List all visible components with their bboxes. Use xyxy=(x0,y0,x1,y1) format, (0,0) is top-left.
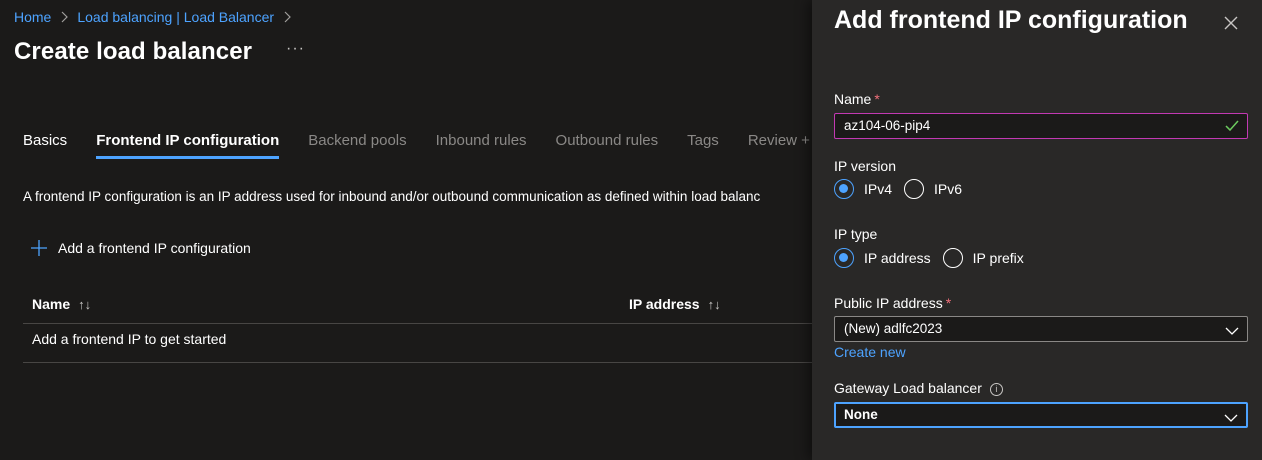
radio-circle-selected xyxy=(834,248,854,268)
panel-title: Add frontend IP configuration xyxy=(834,6,1188,34)
ip-version-radio-group: IPv4 IPv6 xyxy=(834,179,974,199)
radio-ipv4[interactable]: IPv4 xyxy=(834,179,892,199)
breadcrumb-load-balancing[interactable]: Load balancing | Load Balancer xyxy=(77,9,274,25)
public-ip-label-text: Public IP address xyxy=(834,295,943,311)
section-description: A frontend IP configuration is an IP add… xyxy=(23,189,761,204)
radio-ipv4-label: IPv4 xyxy=(864,181,893,197)
sort-icon[interactable]: ↑↓ xyxy=(708,297,721,312)
radio-ip-prefix[interactable]: IP prefix xyxy=(942,248,1024,268)
add-frontend-ip-button[interactable]: Add a frontend IP configuration xyxy=(31,240,251,256)
gateway-value: None xyxy=(844,407,878,422)
tab-basics[interactable]: Basics xyxy=(23,132,67,158)
public-ip-value: (New) adlfc2023 xyxy=(844,321,943,336)
tab-inbound-rules[interactable]: Inbound rules xyxy=(436,132,527,158)
add-frontend-ip-label: Add a frontend IP configuration xyxy=(58,240,251,256)
radio-ip-address-label: IP address xyxy=(864,250,931,266)
chevron-right-icon xyxy=(283,11,291,23)
empty-state-text: Add a frontend IP to get started xyxy=(32,331,227,347)
column-name-label: Name xyxy=(32,296,71,312)
sort-icon[interactable]: ↑↓ xyxy=(78,297,91,312)
chevron-down-icon xyxy=(1224,410,1238,428)
table-header: Name ↑↓ IP address ↑↓ xyxy=(23,286,812,324)
name-label-text: Name xyxy=(834,91,872,107)
name-input-value: az104-06-pip4 xyxy=(844,118,931,133)
column-header-name[interactable]: Name ↑↓ xyxy=(32,296,91,312)
gateway-select[interactable]: None xyxy=(834,402,1248,428)
breadcrumb-home[interactable]: Home xyxy=(14,9,51,25)
main-content: Home Load balancing | Load Balancer Crea… xyxy=(0,0,812,460)
info-icon[interactable]: i xyxy=(989,383,1003,396)
create-new-link[interactable]: Create new xyxy=(834,344,906,360)
radio-ipv6-label: IPv6 xyxy=(934,181,963,197)
close-icon[interactable] xyxy=(1222,14,1240,32)
column-header-ip-address[interactable]: IP address ↑↓ xyxy=(629,296,721,312)
tab-outbound-rules[interactable]: Outbound rules xyxy=(556,132,659,158)
gateway-label-text: Gateway Load balancer xyxy=(834,380,982,396)
page-title: Create load balancer xyxy=(14,38,253,65)
tab-frontend-ip-configuration[interactable]: Frontend IP configuration xyxy=(96,132,280,159)
check-icon xyxy=(1225,119,1239,137)
ip-version-label: IP version xyxy=(834,158,896,174)
breadcrumb: Home Load balancing | Load Balancer xyxy=(14,9,300,25)
name-input[interactable]: az104-06-pip4 xyxy=(834,113,1248,139)
radio-circle xyxy=(942,248,963,268)
chevron-right-icon xyxy=(60,11,69,23)
public-ip-select[interactable]: (New) adlfc2023 xyxy=(834,316,1248,342)
required-mark: * xyxy=(945,295,952,311)
radio-circle-selected xyxy=(834,179,854,199)
radio-ip-prefix-label: IP prefix xyxy=(972,250,1024,266)
public-ip-label: Public IP address * xyxy=(834,295,951,311)
column-ip-label: IP address xyxy=(629,296,700,312)
name-label: Name * xyxy=(834,91,880,107)
required-mark: * xyxy=(874,91,880,107)
tab-backend-pools[interactable]: Backend pools xyxy=(308,132,406,158)
table-empty-row: Add a frontend IP to get started xyxy=(23,325,812,363)
tab-review-create[interactable]: Review + c xyxy=(748,132,812,158)
plus-icon xyxy=(31,240,47,256)
chevron-down-icon xyxy=(1225,323,1239,341)
wizard-tabs: Basics Frontend IP configuration Backend… xyxy=(23,132,812,159)
add-frontend-ip-panel: Add frontend IP configuration Name * az10… xyxy=(812,0,1262,460)
radio-ipv6[interactable]: IPv6 xyxy=(904,179,962,199)
ip-type-radio-group: IP address IP prefix xyxy=(834,248,1036,268)
radio-circle xyxy=(904,179,925,199)
radio-ip-address[interactable]: IP address xyxy=(834,248,931,268)
gateway-label: Gateway Load balancer i xyxy=(834,380,1003,396)
more-icon[interactable]: ··· xyxy=(286,40,305,58)
ip-type-label: IP type xyxy=(834,226,878,242)
tab-tags[interactable]: Tags xyxy=(687,132,719,158)
